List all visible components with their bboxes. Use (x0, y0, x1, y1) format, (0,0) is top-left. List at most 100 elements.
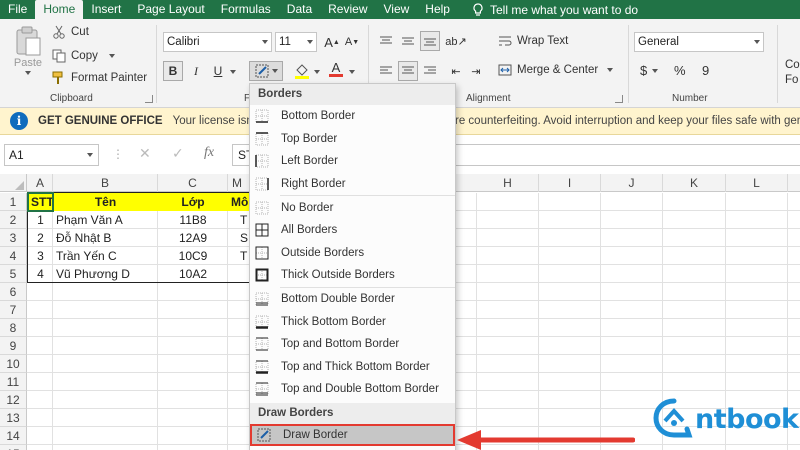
tab-data[interactable]: Data (279, 0, 320, 19)
decrease-font-button[interactable]: A ▼ (342, 32, 362, 52)
paste-button[interactable]: Paste (12, 25, 44, 85)
alignment-launcher-icon[interactable] (615, 95, 623, 103)
scissors-icon (53, 25, 65, 39)
tab-help[interactable]: Help (417, 0, 458, 19)
fill-color-dropdown-icon[interactable] (314, 70, 320, 74)
font-color-dropdown-icon[interactable] (349, 70, 355, 74)
font-size-combo[interactable]: 11 (275, 32, 317, 52)
row-header[interactable]: 11 (0, 373, 27, 391)
bold-button[interactable]: B (163, 61, 183, 81)
increase-font-button[interactable]: A ▲ (322, 32, 342, 52)
italic-button[interactable]: I (186, 61, 206, 81)
percent-button[interactable]: % (674, 63, 686, 78)
tab-review[interactable]: Review (320, 0, 375, 19)
clipboard-launcher-icon[interactable] (145, 95, 153, 103)
draw-border-menu-item[interactable]: Draw Border (250, 423, 455, 447)
conditional-formatting-button-partial[interactable]: Co (785, 59, 800, 71)
border-menu-item[interactable]: Bottom Double Border (250, 288, 455, 311)
row-header[interactable]: 1 (0, 193, 27, 211)
fill-color-button[interactable] (292, 61, 312, 81)
enter-icon[interactable]: ✓ (172, 145, 184, 162)
row-header[interactable]: 12 (0, 391, 27, 409)
row-header[interactable]: 10 (0, 355, 27, 373)
wrap-text-button[interactable]: Wrap Text (498, 34, 568, 48)
column-header-d-partial[interactable]: M (228, 174, 249, 192)
comma-button[interactable]: 9 (702, 63, 709, 78)
top-double-bottom-border-icon (255, 382, 269, 396)
border-menu-item-label: Right Border (281, 178, 346, 191)
number-format-combo[interactable]: General (634, 32, 764, 52)
copy-button[interactable]: Copy (52, 49, 115, 63)
name-box[interactable]: A1 (4, 144, 99, 166)
insert-function-icon[interactable]: fx (204, 145, 214, 161)
column-header-k[interactable]: K (663, 174, 726, 192)
border-menu-item[interactable]: Bottom Border (250, 105, 455, 128)
align-top-icon[interactable] (376, 31, 396, 51)
column-header-j[interactable]: J (601, 174, 663, 192)
border-menu-item[interactable]: No Border (250, 196, 455, 219)
ntbook-logo-icon (653, 398, 693, 438)
align-bottom-icon[interactable] (420, 31, 440, 51)
row-header[interactable]: 3 (0, 229, 27, 247)
border-menu-item[interactable]: Top and Double Bottom Border (250, 378, 455, 401)
font-color-button[interactable]: A (326, 59, 346, 79)
tab-view[interactable]: View (376, 0, 418, 19)
column-header-l[interactable]: L (726, 174, 788, 192)
row-header[interactable]: 15 (0, 445, 27, 450)
row-header[interactable]: 14 (0, 427, 27, 445)
column-header-b[interactable]: B (53, 174, 158, 192)
border-menu-item[interactable]: Right Border (250, 173, 455, 196)
outdent-icon[interactable]: ⇥ (466, 61, 486, 81)
tab-insert[interactable]: Insert (83, 0, 129, 19)
cut-button[interactable]: Cut (52, 25, 89, 39)
underline-dropdown-icon[interactable] (230, 70, 236, 74)
border-menu-item[interactable]: Top and Thick Bottom Border (250, 356, 455, 379)
indent-icon[interactable]: ⇤ (446, 61, 466, 81)
border-menu-item[interactable]: All Borders (250, 219, 455, 242)
clipboard-group-label: Clipboard (50, 93, 93, 104)
align-middle-icon[interactable] (398, 31, 418, 51)
tab-page-layout[interactable]: Page Layout (129, 0, 212, 19)
row-header[interactable]: 2 (0, 211, 27, 229)
row-header[interactable]: 9 (0, 337, 27, 355)
orientation-icon[interactable]: ab↗ (445, 31, 466, 51)
column-header-a[interactable]: A (28, 174, 53, 192)
border-menu-item[interactable]: Top Border (250, 128, 455, 151)
bold-label: B (168, 64, 178, 78)
merge-center-button[interactable]: Merge & Center (498, 63, 614, 77)
column-header-i[interactable]: I (539, 174, 601, 192)
underline-button[interactable]: U (208, 61, 228, 81)
border-menu-item[interactable]: Left Border (250, 150, 455, 173)
column-header-h[interactable]: H (477, 174, 539, 192)
border-menu-item[interactable]: Thick Bottom Border (250, 310, 455, 333)
merge-dropdown-icon[interactable] (607, 68, 614, 72)
border-menu-item[interactable]: Top and Bottom Border (250, 333, 455, 356)
column-header-c[interactable]: C (158, 174, 228, 192)
currency-button[interactable]: $ (640, 63, 659, 78)
tab-file[interactable]: File (0, 0, 35, 19)
select-all-corner[interactable] (0, 174, 27, 192)
tell-me-search[interactable]: Tell me what you want to do (458, 0, 638, 19)
align-right-icon[interactable] (420, 61, 440, 81)
row-header[interactable]: 6 (0, 283, 27, 301)
row-header[interactable]: 7 (0, 301, 27, 319)
font-name-dropdown-icon (262, 40, 268, 44)
cancel-icon[interactable]: ✕ (139, 145, 151, 162)
border-menu-item[interactable]: Thick Outside Borders (250, 264, 455, 287)
border-menu-item-label: No Border (281, 201, 334, 214)
format-as-table-button-partial[interactable]: Fo (785, 74, 798, 86)
tab-formulas[interactable]: Formulas (213, 0, 279, 19)
font-name-combo[interactable]: Calibri (163, 32, 272, 52)
align-left-icon[interactable] (376, 61, 396, 81)
align-center-icon[interactable] (398, 61, 418, 81)
borders-button[interactable] (249, 61, 283, 81)
border-menu-item[interactable]: Outside Borders (250, 242, 455, 265)
paste-dropdown-icon[interactable] (25, 71, 31, 75)
row-header[interactable]: 13 (0, 409, 27, 427)
format-painter-button[interactable]: Format Painter (52, 71, 147, 85)
tab-home[interactable]: Home (35, 0, 84, 19)
row-header[interactable]: 5 (0, 265, 27, 283)
copy-dropdown-icon[interactable] (108, 54, 115, 58)
row-header[interactable]: 4 (0, 247, 27, 265)
row-header[interactable]: 8 (0, 319, 27, 337)
